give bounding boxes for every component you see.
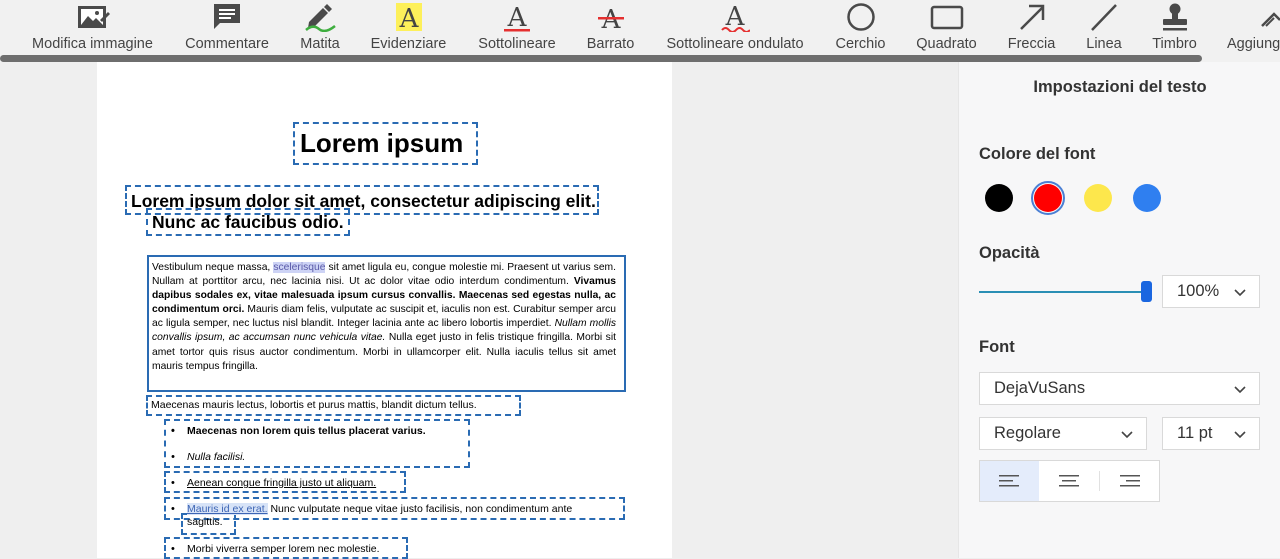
tool-label: Aggiung	[1227, 36, 1280, 52]
selected-paragraph-textbox[interactable]: Vestibulum neque massa, scelerisque sit …	[147, 255, 626, 392]
font-size-select[interactable]: 11 pt	[1162, 417, 1260, 450]
highlighted-text: scelerisque	[273, 262, 326, 273]
font-color-label: Colore del font	[979, 145, 1096, 163]
tool-label: Quadrato	[916, 36, 977, 52]
opacity-label: Opacità	[979, 244, 1040, 262]
tool-label: Timbro	[1152, 36, 1197, 52]
stamp-icon	[1160, 0, 1190, 32]
toolbar-scrollbar[interactable]	[0, 55, 1202, 62]
font-style-select[interactable]: Regolare	[979, 417, 1147, 450]
chevron-down-icon	[1234, 288, 1246, 296]
panel-title: Impostazioni del testo	[1033, 78, 1207, 96]
tool-quadrato[interactable]: Quadrato	[915, 0, 978, 56]
font-family-select[interactable]: DejaVuSans	[979, 372, 1260, 405]
chevron-down-icon	[1121, 430, 1133, 438]
bullet-item: Maecenas non lorem quis tellus placerat …	[171, 425, 426, 437]
bullet-text: Nunc vulputate neque vitae justo facilis…	[267, 503, 573, 515]
tool-label: Modifica immagine	[32, 36, 153, 52]
tool-evidenziare[interactable]: A Evidenziare	[369, 0, 448, 56]
svg-text:A: A	[725, 2, 746, 32]
alignment-group	[979, 460, 1160, 502]
tool-sottolineare[interactable]: A Sottolineare	[477, 0, 557, 56]
tool-label: Commentare	[185, 36, 269, 52]
tool-label: Barrato	[586, 36, 635, 52]
color-swatch-blue[interactable]	[1133, 184, 1161, 212]
opacity-slider-track[interactable]	[979, 291, 1147, 293]
document-title: Lorem ipsum	[300, 128, 464, 158]
paragraph-text: Vestibulum neque massa,	[152, 262, 274, 273]
text-settings-panel: Impostazioni del testo Colore del font O…	[958, 62, 1280, 558]
tool-label: Freccia	[1007, 36, 1056, 52]
tool-modifica-immagine[interactable]: Modifica immagine	[31, 0, 154, 56]
align-center-button[interactable]	[1039, 461, 1098, 501]
tool-label: Sottolineare ondulato	[666, 36, 804, 52]
circle-icon	[846, 0, 876, 32]
line-icon	[1089, 0, 1119, 32]
font-label: Font	[979, 338, 1015, 356]
underline-icon: A	[502, 0, 532, 32]
add-signature-icon	[1227, 0, 1280, 32]
svg-text:A: A	[398, 4, 419, 32]
image-edit-icon	[76, 0, 110, 32]
font-size-value: 11 pt	[1177, 424, 1213, 442]
tool-aggiungi[interactable]: Aggiung	[1227, 0, 1280, 56]
tool-linea[interactable]: Linea	[1085, 0, 1123, 56]
pencil-icon	[303, 0, 337, 32]
tool-label: Evidenziare	[370, 36, 447, 52]
tool-sottolineare-ondulato[interactable]: A Sottolineare ondulato	[665, 0, 805, 56]
arrow-icon	[1017, 0, 1047, 32]
svg-text:A: A	[507, 3, 528, 32]
highlighted-link-text: Mauris id ex erat.	[187, 503, 268, 515]
bullet-item: Aenean congue fringilla justo ut aliquam…	[171, 477, 376, 489]
opacity-value: 100%	[1177, 282, 1220, 300]
bullet-item: Nulla facilisi.	[171, 451, 245, 463]
chevron-down-icon	[1234, 430, 1246, 438]
tool-label: Cerchio	[835, 36, 886, 52]
color-swatch-yellow[interactable]	[1084, 184, 1112, 212]
font-family-value: DejaVuSans	[994, 379, 1086, 397]
bullet-wrap-text: sagittis.	[187, 516, 223, 528]
opacity-slider-thumb[interactable]	[1141, 281, 1152, 302]
highlight-icon: A	[394, 0, 424, 32]
align-left-icon	[998, 475, 1019, 487]
tool-cerchio[interactable]: Cerchio	[835, 0, 886, 56]
tool-label: Linea	[1086, 36, 1122, 52]
tool-label: Sottolineare	[478, 36, 556, 52]
bullet-item: Mauris id ex erat. Nunc vulputate neque …	[171, 503, 573, 515]
align-right-button[interactable]	[1100, 461, 1159, 501]
wavy-underline-icon: A	[720, 0, 750, 32]
tool-label: Matita	[300, 36, 340, 52]
strikethrough-icon: A	[596, 0, 626, 32]
bullet-item: Morbi viverra semper lorem nec molestie.	[171, 543, 380, 555]
align-center-icon	[1059, 475, 1080, 487]
opacity-select[interactable]: 100%	[1162, 275, 1260, 308]
align-right-icon	[1120, 475, 1141, 487]
comment-icon	[212, 0, 242, 32]
align-left-button[interactable]	[980, 461, 1040, 501]
annotation-toolbar: Modifica immagine Commentare Matita A Ev…	[0, 0, 1280, 62]
tool-barrato[interactable]: A Barrato	[586, 0, 635, 56]
chevron-down-icon	[1234, 385, 1246, 393]
tool-timbro[interactable]: Timbro	[1151, 0, 1198, 56]
tool-matita[interactable]: Matita	[299, 0, 341, 56]
tool-commentare[interactable]: Commentare	[184, 0, 270, 56]
tool-freccia[interactable]: Freccia	[1006, 0, 1057, 56]
document-heading-line2: Nunc ac faucibus odio.	[152, 212, 344, 232]
color-swatch-red[interactable]	[1034, 184, 1062, 212]
square-icon	[930, 0, 964, 32]
body-line: Maecenas mauris lectus, lobortis et puru…	[151, 399, 477, 411]
font-style-value: Regolare	[994, 424, 1061, 442]
color-swatch-black[interactable]	[985, 184, 1013, 212]
